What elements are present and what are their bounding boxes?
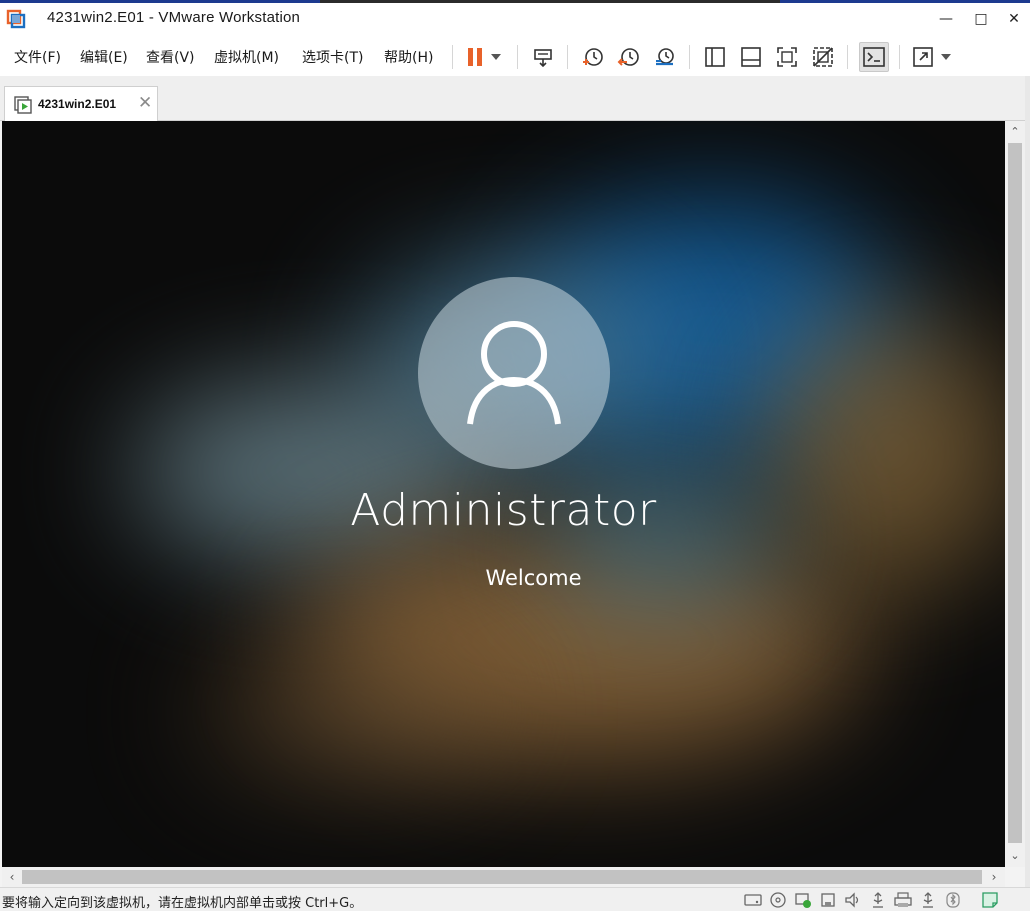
stretch-guest-icon[interactable] <box>909 43 937 71</box>
scroll-up-icon[interactable]: ⌃ <box>1005 123 1025 141</box>
welcome-status: Welcome <box>485 566 582 590</box>
tab-label: 4231win2.E01 <box>38 97 117 111</box>
sound-card-icon[interactable] <box>844 891 862 909</box>
vmware-logo-icon <box>6 9 26 29</box>
menu-edit[interactable]: 编辑(E) <box>80 47 128 67</box>
window-title: 4231win2.E01 - VMware Workstation <box>47 9 301 26</box>
toolbar-separator <box>899 45 900 69</box>
vm-display[interactable]: Administrator Welcome <box>2 121 1005 867</box>
unity-icon[interactable] <box>809 43 837 71</box>
user-icon <box>467 321 561 425</box>
take-snapshot-icon[interactable] <box>579 43 607 71</box>
background-blur <box>202 641 502 781</box>
vm-running-icon <box>14 96 32 114</box>
close-button[interactable]: ✕ <box>998 6 1030 32</box>
menu-toolbar: 文件(F) 编辑(E) 查看(V) 虚拟机(M) 选项卡(T) 帮助(H) <box>0 38 1030 76</box>
cd-dvd-icon[interactable] <box>769 891 787 909</box>
menu-tabs[interactable]: 选项卡(T) <box>302 47 363 67</box>
tab-vm[interactable]: 4231win2.E01 ✕ <box>4 86 158 121</box>
menu-vm[interactable]: 虚拟机(M) <box>214 47 279 67</box>
thumbnail-bar-icon[interactable] <box>737 43 765 71</box>
hard-disk-icon[interactable] <box>744 891 762 909</box>
toolbar-separator <box>517 45 518 69</box>
usb-device-icon[interactable] <box>869 891 887 909</box>
usb-device-2-icon[interactable] <box>919 891 937 909</box>
toolbar-separator <box>452 45 453 69</box>
scroll-down-icon[interactable]: ⌄ <box>1005 847 1025 865</box>
send-ctrl-alt-del-icon[interactable] <box>529 43 557 71</box>
horizontal-scroll-thumb[interactable] <box>22 870 982 884</box>
pause-dropdown-icon[interactable] <box>487 43 505 71</box>
minimize-button[interactable]: — <box>930 6 962 32</box>
horizontal-scrollbar[interactable]: ‹ › <box>2 867 1005 887</box>
toolbar-separator <box>847 45 848 69</box>
vertical-scrollbar[interactable]: ⌃ ⌄ <box>1005 121 1025 867</box>
vertical-scroll-thumb[interactable] <box>1008 143 1022 843</box>
printer-icon[interactable] <box>894 891 912 909</box>
menu-file[interactable]: 文件(F) <box>14 47 61 67</box>
tab-strip: 4231win2.E01 ✕ <box>0 76 1030 121</box>
stretch-dropdown-icon[interactable] <box>937 43 955 71</box>
background-blur <box>762 311 1005 591</box>
toolbar-separator <box>567 45 568 69</box>
pause-icon[interactable] <box>461 43 489 71</box>
toolbar-separator <box>689 45 690 69</box>
maximize-button[interactable]: □ <box>965 6 997 32</box>
network-adapter-icon[interactable] <box>794 891 812 909</box>
vmware-window: 4231win2.E01 - VMware Workstation — □ ✕ … <box>0 0 1030 911</box>
user-avatar <box>418 277 610 469</box>
menu-help[interactable]: 帮助(H) <box>384 47 433 67</box>
status-bar: 要将输入定向到该虚拟机，请在虚拟机内部单击或按 Ctrl+G。 <box>0 887 1030 911</box>
menu-view[interactable]: 查看(V) <box>146 47 195 67</box>
notes-icon[interactable] <box>981 891 999 909</box>
show-library-icon[interactable] <box>701 43 729 71</box>
full-screen-icon[interactable] <box>773 43 801 71</box>
scroll-right-icon[interactable]: › <box>985 867 1003 887</box>
scroll-left-icon[interactable]: ‹ <box>3 867 21 887</box>
tab-close-button[interactable]: ✕ <box>138 93 152 113</box>
title-bar: 4231win2.E01 - VMware Workstation — □ ✕ <box>0 0 1030 38</box>
window-right-edge <box>1025 76 1030 911</box>
top-strip <box>0 0 1030 3</box>
console-view-icon[interactable] <box>859 42 889 72</box>
revert-snapshot-icon[interactable] <box>615 43 643 71</box>
usb-controller-icon[interactable] <box>819 891 837 909</box>
status-message: 要将输入定向到该虚拟机，请在虚拟机内部单击或按 Ctrl+G。 <box>2 896 363 911</box>
bluetooth-icon[interactable] <box>944 891 962 909</box>
snapshot-manager-icon[interactable] <box>651 43 679 71</box>
username-label: Administrator <box>350 485 657 536</box>
